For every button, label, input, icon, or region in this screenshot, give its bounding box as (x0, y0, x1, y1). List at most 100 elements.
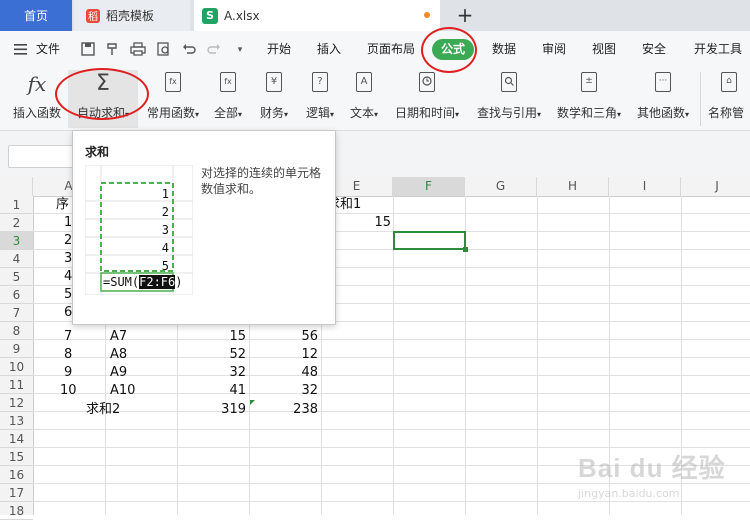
column-header-g[interactable]: G (465, 177, 537, 196)
baidu-watermark: Bai du 经验 jingyan.baidu.com (578, 448, 738, 510)
cell-a1[interactable]: 序 (56, 196, 69, 214)
cell-c9[interactable]: 52 (177, 346, 246, 364)
ribbon-divider (700, 72, 701, 126)
tab-home[interactable]: 首页 (0, 0, 72, 31)
row-header[interactable]: 13 (0, 412, 33, 430)
hamburger-icon[interactable] (14, 43, 28, 55)
tab-file-label: A.xlsx (224, 8, 260, 23)
cell-sum-label[interactable]: 求和2 (86, 401, 120, 419)
function-star-icon: fx (162, 72, 184, 96)
row-header[interactable]: 2 (0, 214, 33, 232)
row-header-selected[interactable]: 3 (0, 232, 33, 250)
cell-d11[interactable]: 32 (249, 382, 318, 400)
new-tab-button[interactable]: + (455, 3, 475, 27)
selected-cell-f3[interactable] (393, 231, 466, 250)
row-header-bar: 1 2 3 4 5 6 7 8 9 10 11 12 13 14 15 16 1… (0, 196, 34, 520)
cell-a9[interactable]: 8 (64, 346, 72, 364)
cell-b9[interactable]: A8 (110, 346, 127, 364)
annotation-circle-formula (421, 27, 477, 73)
annotation-circle-autosum (55, 68, 149, 120)
row-header[interactable]: 8 (0, 322, 33, 340)
grid-hline (33, 375, 750, 376)
tab-file[interactable]: S A.xlsx (194, 0, 440, 31)
watermark-url: jingyan.baidu.com (578, 487, 680, 500)
row-header[interactable]: 10 (0, 358, 33, 376)
menu-start[interactable]: 开始 (267, 31, 291, 68)
finance-button[interactable]: ¥ 财务▾ (254, 70, 294, 128)
row-header[interactable]: 17 (0, 484, 33, 502)
math-icon: ± (578, 72, 600, 96)
all-functions-button[interactable]: fx 全部▾ (208, 70, 248, 128)
cell-d8[interactable]: 56 (249, 328, 318, 346)
print-preview-icon[interactable] (156, 42, 172, 58)
cell-c11[interactable]: 41 (177, 382, 246, 400)
menu-view[interactable]: 视图 (592, 31, 616, 68)
grid-hline (33, 393, 750, 394)
fill-handle[interactable] (463, 247, 468, 252)
row-header[interactable]: 18 (0, 502, 33, 520)
print-icon[interactable] (130, 42, 146, 58)
name-manager-button[interactable]: ⌂ 名称管 (708, 70, 750, 128)
menu-developer[interactable]: 开发工具 (694, 31, 742, 68)
cell-d9[interactable]: 12 (249, 346, 318, 364)
select-all-corner[interactable] (0, 177, 33, 196)
row-header[interactable]: 14 (0, 430, 33, 448)
format-painter-icon[interactable] (104, 42, 120, 58)
save-icon[interactable] (80, 42, 96, 58)
row-header[interactable]: 7 (0, 304, 33, 322)
common-functions-button[interactable]: fx 常用函数▾ (142, 70, 204, 128)
menu-review[interactable]: 审阅 (542, 31, 566, 68)
menu-file[interactable]: 文件 (36, 31, 60, 68)
cell-c8[interactable]: 15 (177, 328, 246, 346)
menu-page-layout[interactable]: 页面布局 (367, 31, 415, 68)
row-header[interactable]: 11 (0, 376, 33, 394)
error-indicator-icon (250, 400, 255, 405)
cell-a8[interactable]: 7 (64, 328, 72, 346)
yen-icon: ¥ (263, 72, 285, 96)
grid-hline (33, 339, 750, 340)
cell-c12[interactable]: 319 (177, 401, 246, 419)
datetime-button[interactable]: 日期和时间▾ (390, 70, 464, 128)
undo-icon[interactable] (181, 42, 197, 58)
menu-insert[interactable]: 插入 (317, 31, 341, 68)
column-header-i[interactable]: I (609, 177, 681, 196)
row-header[interactable]: 15 (0, 448, 33, 466)
fx-icon: fx (27, 72, 47, 96)
lookup-button[interactable]: 查找与引用▾ (472, 70, 546, 128)
menu-security[interactable]: 安全 (642, 31, 666, 68)
row-header[interactable]: 6 (0, 286, 33, 304)
insert-function-label: 插入函数 (12, 106, 61, 120)
cell-d10[interactable]: 48 (249, 364, 318, 382)
cell-b11[interactable]: A10 (110, 382, 135, 400)
chevron-down-icon[interactable]: ▾ (232, 42, 248, 58)
column-header-j[interactable]: J (681, 177, 750, 196)
name-manager-label: 名称管 (708, 106, 745, 120)
spreadsheet-file-icon: S (202, 7, 218, 24)
cell-b10[interactable]: A9 (110, 364, 127, 382)
cell-c10[interactable]: 32 (177, 364, 246, 382)
row-header[interactable]: 9 (0, 340, 33, 358)
tag-icon: ⌂ (718, 72, 740, 96)
grid-hline (33, 357, 750, 358)
cell-b8[interactable]: A7 (110, 328, 127, 346)
row-header[interactable]: 12 (0, 394, 33, 412)
cell-d12[interactable]: 238 (249, 401, 318, 419)
redo-icon[interactable] (206, 42, 222, 58)
row-header[interactable]: 1 (0, 196, 33, 214)
logic-button[interactable]: ? 逻辑▾ (300, 70, 340, 128)
cell-a11[interactable]: 10 (60, 382, 77, 400)
row-header[interactable]: 4 (0, 250, 33, 268)
lookup-label: 查找与引用▾ (476, 106, 542, 120)
text-button[interactable]: A 文本▾ (344, 70, 384, 128)
row-header[interactable]: 16 (0, 466, 33, 484)
sample-formula: =SUM(F2:F6) (103, 275, 183, 289)
column-header-f[interactable]: F (393, 177, 465, 196)
menu-data[interactable]: 数据 (492, 31, 516, 68)
cell-a10[interactable]: 9 (64, 364, 72, 382)
other-functions-button[interactable]: ··· 其他函数▾ (632, 70, 694, 128)
math-button[interactable]: ± 数学和三角▾ (552, 70, 626, 128)
row-header[interactable]: 5 (0, 268, 33, 286)
tab-template[interactable]: 稻 稻壳模板 (74, 0, 190, 31)
column-header-h[interactable]: H (537, 177, 609, 196)
text-a-icon: A (353, 72, 375, 96)
